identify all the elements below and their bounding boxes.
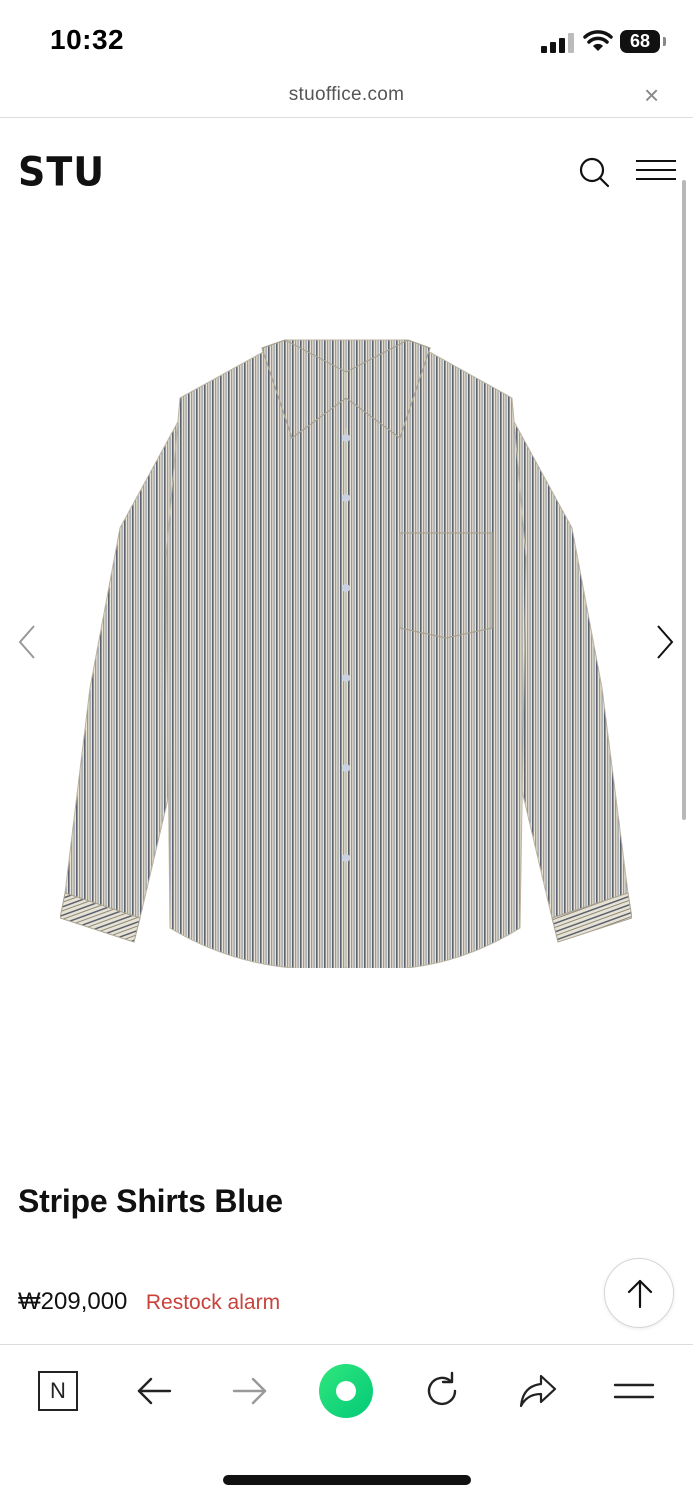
hamburger-menu-icon[interactable] bbox=[636, 160, 676, 184]
close-icon[interactable]: × bbox=[644, 82, 659, 108]
url-bar[interactable]: stuoffice.com × bbox=[0, 78, 693, 118]
scroll-to-top-button[interactable] bbox=[604, 1258, 674, 1328]
site-header: STU bbox=[0, 118, 693, 208]
reload-button[interactable] bbox=[418, 1367, 466, 1415]
battery-cap bbox=[663, 37, 666, 46]
naver-n-icon: N bbox=[38, 1371, 78, 1411]
browser-toolbar: N bbox=[0, 1344, 693, 1440]
green-dot-icon bbox=[319, 1364, 373, 1418]
arrow-up-icon bbox=[627, 1279, 653, 1309]
menu-icon bbox=[613, 1383, 655, 1399]
reload-icon bbox=[427, 1371, 457, 1406]
status-time: 10:32 bbox=[50, 24, 125, 55]
product-price: ₩209,000 bbox=[18, 1288, 128, 1315]
back-arrow-icon bbox=[137, 1377, 172, 1405]
search-icon[interactable] bbox=[578, 156, 610, 188]
status-bar: 10:32 68 bbox=[0, 0, 693, 80]
home-indicator[interactable] bbox=[223, 1475, 471, 1485]
product-title: Stripe Shirts Blue bbox=[18, 1183, 283, 1219]
chevron-right-icon[interactable] bbox=[652, 622, 676, 662]
naver-n-button[interactable]: N bbox=[34, 1367, 82, 1415]
share-button[interactable] bbox=[514, 1367, 562, 1415]
wifi-icon bbox=[583, 30, 613, 51]
signal-icon bbox=[541, 33, 574, 53]
restock-alarm-link[interactable]: Restock alarm bbox=[146, 1291, 280, 1314]
product-gallery[interactable] bbox=[0, 208, 693, 1078]
striped-shirt-image bbox=[60, 339, 632, 968]
share-icon bbox=[519, 1374, 557, 1408]
forward-arrow-icon bbox=[232, 1377, 267, 1405]
site-logo[interactable]: STU bbox=[18, 149, 105, 195]
chevron-left-icon[interactable] bbox=[16, 622, 40, 662]
price-row: ₩209,000 Restock alarm bbox=[18, 1288, 280, 1322]
back-button[interactable] bbox=[130, 1367, 178, 1415]
green-dot-button[interactable] bbox=[318, 1363, 374, 1419]
battery-icon: 68 bbox=[620, 30, 660, 53]
menu-button[interactable] bbox=[610, 1367, 658, 1415]
url-text[interactable]: stuoffice.com bbox=[0, 84, 693, 106]
forward-button[interactable] bbox=[226, 1367, 274, 1415]
